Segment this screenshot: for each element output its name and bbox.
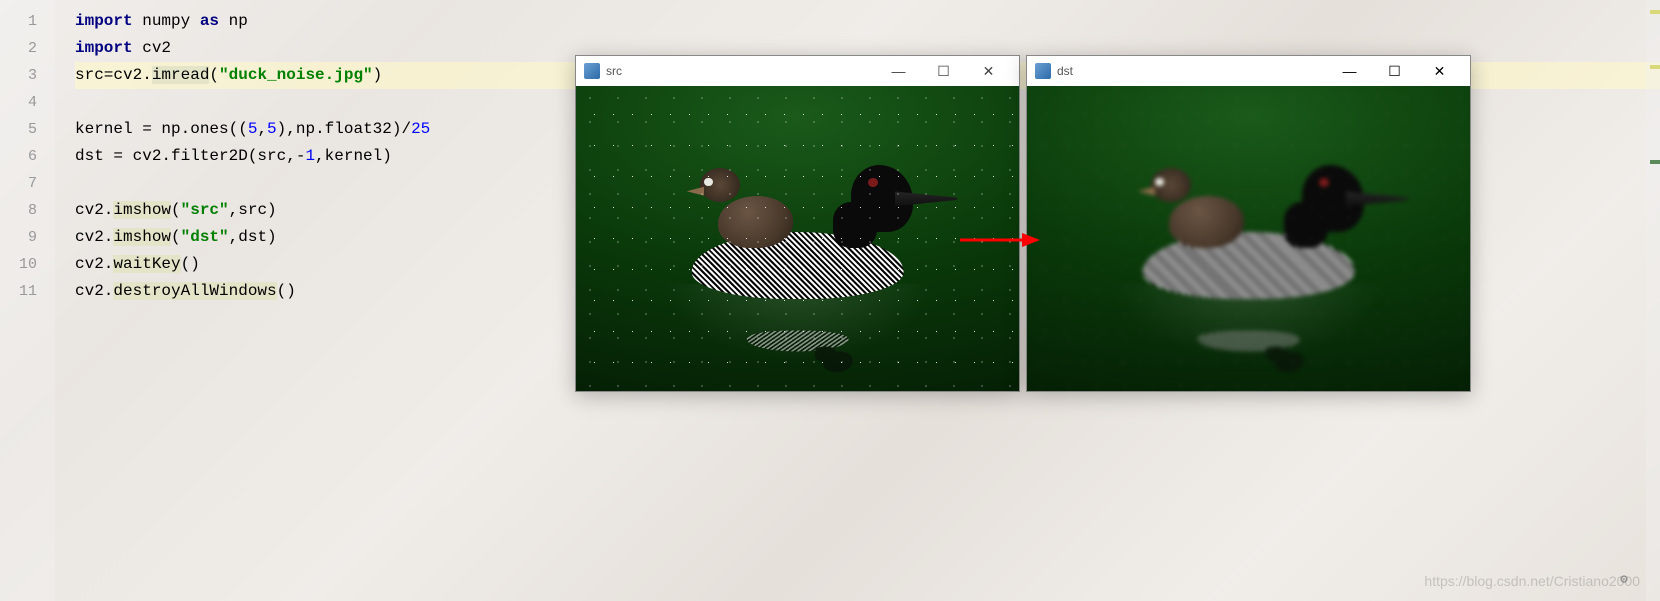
gear-icon[interactable]: ⚙: [1620, 572, 1628, 587]
line-number: 11: [0, 278, 55, 305]
line-number: 1: [0, 8, 55, 35]
line-number: 8: [0, 197, 55, 224]
line-number: 5: [0, 116, 55, 143]
window-icon: [584, 63, 600, 79]
close-button[interactable]: ✕: [966, 57, 1011, 85]
watermark-text: https://blog.csdn.net/Cristiano2000: [1424, 573, 1640, 589]
line-number: 7: [0, 170, 55, 197]
titlebar-dst[interactable]: dst — ☐ ✕: [1027, 56, 1470, 86]
line-number: 9: [0, 224, 55, 251]
line-number-gutter: 1234567891011: [0, 0, 55, 601]
minimize-button[interactable]: —: [876, 57, 921, 85]
image-dst: [1027, 86, 1470, 391]
window-icon: [1035, 63, 1051, 79]
marker-warning-2: [1650, 65, 1660, 69]
window-dst: dst — ☐ ✕: [1026, 55, 1471, 392]
window-title: src: [606, 64, 876, 78]
window-src: src — ☐ ✕: [575, 55, 1020, 392]
line-number: 2: [0, 35, 55, 62]
maximize-button[interactable]: ☐: [921, 57, 966, 85]
marker-warning-1: [1650, 10, 1660, 14]
line-number: 3: [0, 62, 55, 89]
maximize-button[interactable]: ☐: [1372, 57, 1417, 85]
arrow-icon: [960, 230, 1040, 250]
line-number: 6: [0, 143, 55, 170]
blur-overlay: [1027, 86, 1470, 391]
marker-ok: [1650, 160, 1660, 164]
editor-marker-strip: [1646, 0, 1660, 601]
line-number: 10: [0, 251, 55, 278]
code-line[interactable]: import numpy as np: [75, 8, 1660, 35]
titlebar-src[interactable]: src — ☐ ✕: [576, 56, 1019, 86]
close-button[interactable]: ✕: [1417, 57, 1462, 85]
line-number: 4: [0, 89, 55, 116]
window-title: dst: [1057, 64, 1327, 78]
minimize-button[interactable]: —: [1327, 57, 1372, 85]
image-src: [576, 86, 1019, 391]
